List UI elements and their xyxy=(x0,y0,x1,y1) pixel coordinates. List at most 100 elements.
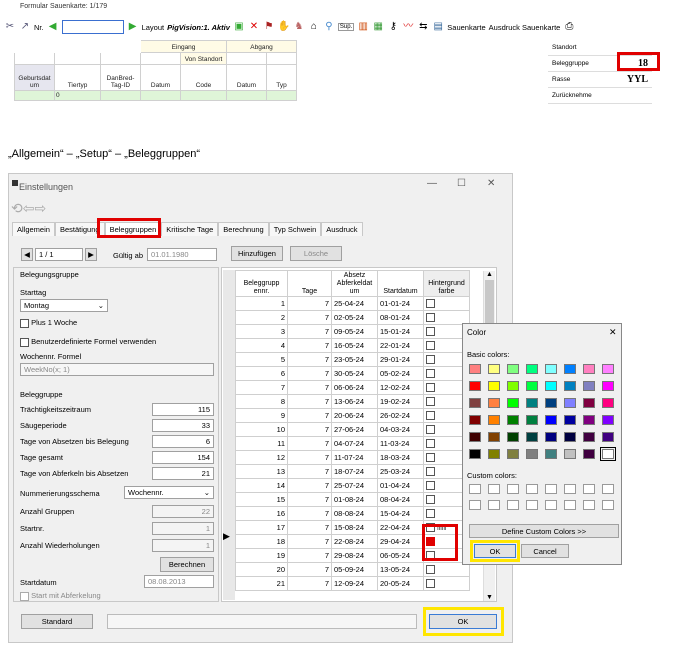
color-swatch[interactable] xyxy=(507,432,519,442)
table-cell[interactable]: 7 xyxy=(287,464,332,479)
table-cell[interactable]: 16 xyxy=(235,506,288,521)
table-cell[interactable]: 15 xyxy=(235,492,288,507)
custom-color-slot[interactable] xyxy=(583,484,595,494)
table-row[interactable]: 14 7 25-07-24 01-04-24 xyxy=(235,478,470,493)
table-cell[interactable]: 7 xyxy=(287,296,332,311)
berechnen-button[interactable]: Berechnen xyxy=(160,557,214,572)
color-swatch[interactable] xyxy=(545,381,557,391)
prev-page-button[interactable]: ◀ xyxy=(21,248,33,261)
tab-berechnung[interactable]: Berechnung xyxy=(218,222,269,236)
color-swatch[interactable] xyxy=(602,432,614,442)
table-row[interactable]: 9 7 20-06-24 26-02-24 xyxy=(235,408,470,423)
table-cell[interactable]: 13 xyxy=(235,464,288,479)
transfer-icon[interactable]: ⇆ xyxy=(417,21,429,33)
table-cell[interactable]: 15-04-24 xyxy=(377,506,424,521)
pig-icon[interactable]: ♞ xyxy=(293,21,305,33)
starttag-select[interactable]: Montag ⌄ xyxy=(20,299,108,312)
field-input[interactable]: 21 xyxy=(152,467,214,480)
link-icon[interactable]: 〰 xyxy=(402,21,414,33)
color-swatch[interactable] xyxy=(469,449,481,459)
color-swatch[interactable] xyxy=(507,364,519,374)
color-swatch[interactable] xyxy=(564,415,576,425)
color-swatch[interactable] xyxy=(564,381,576,391)
table-cell[interactable]: 01-01-24 xyxy=(377,296,424,311)
color-swatch[interactable] xyxy=(507,449,519,459)
table-cell[interactable]: 29-08-24 xyxy=(331,548,378,563)
color-swatch[interactable] xyxy=(545,432,557,442)
table-cell[interactable]: 7 xyxy=(287,478,332,493)
table-cell[interactable]: 30-05-24 xyxy=(331,366,378,381)
table-cell[interactable]: 06-06-24 xyxy=(331,380,378,395)
color-swatch[interactable] xyxy=(526,432,538,442)
custom-color-slot[interactable] xyxy=(564,484,576,494)
table-cell[interactable]: 05-02-24 xyxy=(377,366,424,381)
maximize-button[interactable]: ☐ xyxy=(457,178,466,189)
table-cell[interactable]: 7 xyxy=(287,436,332,451)
table-cell[interactable]: 7 xyxy=(287,450,332,465)
table-cell[interactable]: 7 xyxy=(287,422,332,437)
formel-checkbox[interactable]: Benutzerdefinierte Formel verwenden xyxy=(20,337,156,347)
color-swatch[interactable] xyxy=(583,381,595,391)
view-dropdown[interactable]: PigVision:1. Aktiv xyxy=(167,23,230,32)
table-cell[interactable]: 13-06-24 xyxy=(331,394,378,409)
color-swatch[interactable] xyxy=(602,398,614,408)
table-cell[interactable]: 7 xyxy=(287,394,332,409)
custom-color-slot[interactable] xyxy=(469,484,481,494)
color-swatch[interactable] xyxy=(545,398,557,408)
color-swatch[interactable] xyxy=(602,415,614,425)
custom-color-slot[interactable] xyxy=(564,500,576,510)
table-cell[interactable]: 02-05-24 xyxy=(331,310,378,325)
table-row[interactable]: 16 7 08-08-24 15-04-24 xyxy=(235,506,470,521)
custom-color-slot[interactable] xyxy=(526,500,538,510)
arrow-left-icon[interactable]: ◀ xyxy=(47,21,59,33)
table-cell[interactable]: 08-01-24 xyxy=(377,310,424,325)
table-cell[interactable]: 22-08-24 xyxy=(331,534,378,549)
color-swatch[interactable] xyxy=(583,449,595,459)
hand-icon[interactable]: ✋ xyxy=(278,21,290,33)
table-cell[interactable]: 08-08-24 xyxy=(331,506,378,521)
table-cell[interactable]: 12-02-24 xyxy=(377,380,424,395)
table-cell[interactable]: 09-05-24 xyxy=(331,324,378,339)
table-cell[interactable]: 23-05-24 xyxy=(331,352,378,367)
layout-button[interactable]: Layout xyxy=(142,23,165,32)
table-cell[interactable]: 15-08-24 xyxy=(331,520,378,535)
table-row[interactable]: 21 7 12-09-24 20-05-24 xyxy=(235,576,470,591)
color-cell[interactable] xyxy=(423,576,470,591)
loesche-button[interactable]: Lösche xyxy=(290,246,342,261)
table-cell[interactable]: 14 xyxy=(235,478,288,493)
table-cell[interactable]: 11 xyxy=(235,436,288,451)
table-cell[interactable]: 05-09-24 xyxy=(331,562,378,577)
color-cell[interactable] xyxy=(423,296,470,311)
wochennr-field[interactable]: WeekNo(x; 1) xyxy=(20,363,214,376)
table-cell[interactable]: 9 xyxy=(235,408,288,423)
color-swatch[interactable] xyxy=(488,364,500,374)
custom-color-slot[interactable] xyxy=(507,500,519,510)
gueltig-date[interactable]: 01.01.1980 xyxy=(147,248,217,261)
color-swatch[interactable] xyxy=(526,364,538,374)
table-cell[interactable]: 7 xyxy=(287,310,332,325)
table-cell[interactable]: 5 xyxy=(235,352,288,367)
color-swatch[interactable] xyxy=(526,415,538,425)
table-cell[interactable]: 12-09-24 xyxy=(331,576,378,591)
table-row[interactable]: 4 7 16-05-24 22-01-24 xyxy=(235,338,470,353)
color-swatch[interactable] xyxy=(507,381,519,391)
color-swatch[interactable] xyxy=(583,432,595,442)
field-input[interactable]: 33 xyxy=(152,419,214,432)
color-swatch[interactable] xyxy=(545,364,557,374)
table-cell[interactable]: 25-04-24 xyxy=(331,296,378,311)
table-cell[interactable]: 19-02-24 xyxy=(377,394,424,409)
color-swatch[interactable] xyxy=(564,432,576,442)
table-cell[interactable]: 25-03-24 xyxy=(377,464,424,479)
printer-icon[interactable]: ⎙ xyxy=(563,21,575,33)
tab-typ-schwein[interactable]: Typ Schwein xyxy=(268,222,322,236)
custom-color-slot[interactable] xyxy=(545,500,557,510)
color-swatch[interactable] xyxy=(526,398,538,408)
table-row[interactable]: 12 7 11-07-24 18-03-24 xyxy=(235,450,470,465)
custom-color-slot[interactable] xyxy=(583,500,595,510)
table-cell[interactable]: 16-05-24 xyxy=(331,338,378,353)
color-swatch[interactable] xyxy=(469,364,481,374)
table-row[interactable]: 8 7 13-06-24 19-02-24 xyxy=(235,394,470,409)
arrow-right-icon[interactable]: ▶ xyxy=(127,21,139,33)
table-cell[interactable]: 18-07-24 xyxy=(331,464,378,479)
chart-icon[interactable]: ▥ xyxy=(357,21,369,33)
